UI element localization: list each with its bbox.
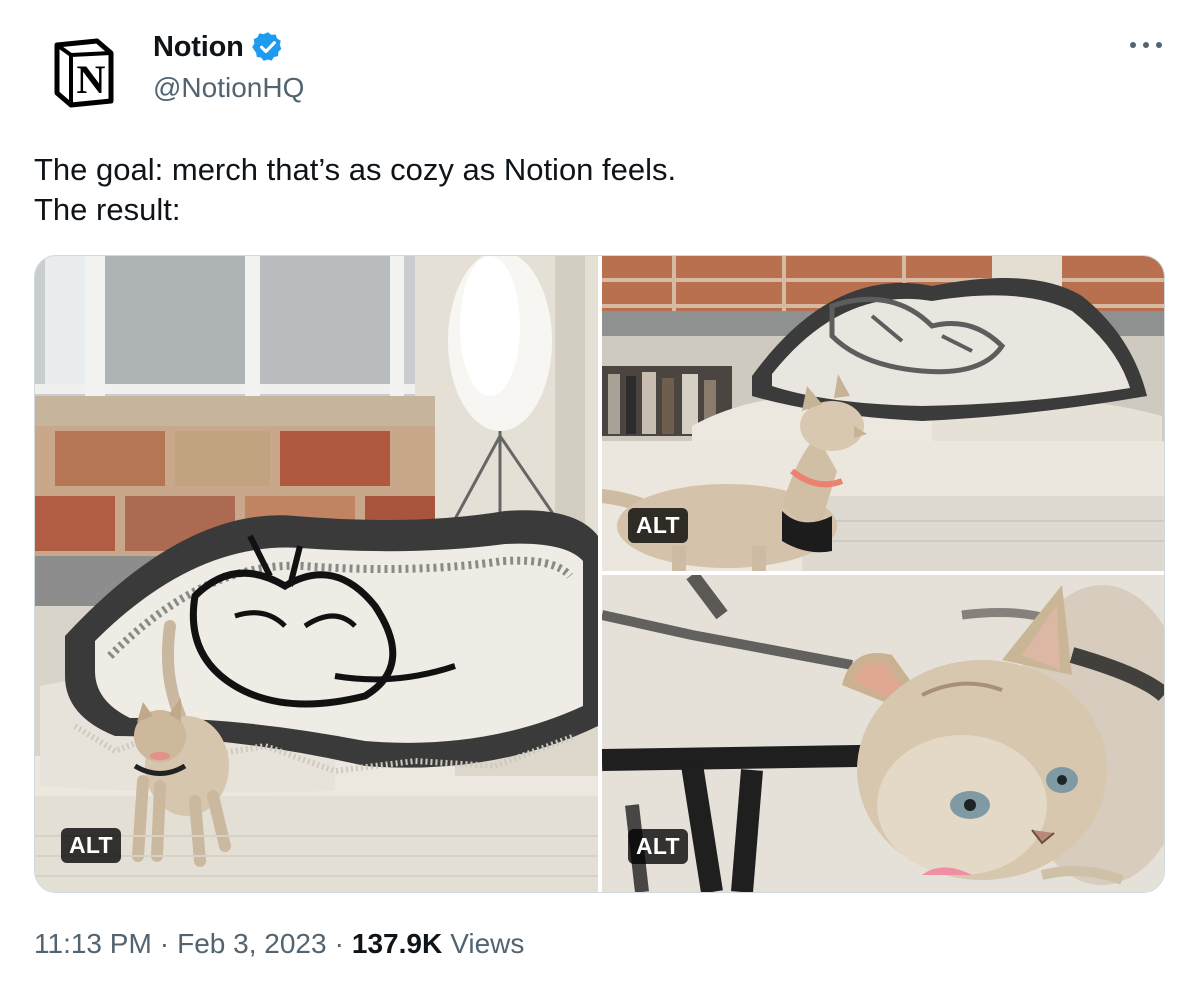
alt-badge-1[interactable]: ALT	[61, 828, 121, 863]
name-row: Notion	[153, 30, 285, 64]
photo-1[interactable]: ALT	[35, 256, 598, 892]
photo-1-image	[35, 256, 598, 892]
avatar[interactable]: N	[34, 22, 130, 118]
timestamp-time[interactable]: 11:13 PM	[34, 928, 152, 960]
alt-badge-3[interactable]: ALT	[628, 829, 688, 864]
timestamp-date[interactable]: Feb 3, 2023	[177, 928, 326, 960]
more-horizontal-icon	[1130, 42, 1162, 48]
verified-badge-icon[interactable]	[251, 30, 285, 64]
notion-logo-icon: N	[54, 38, 114, 108]
alt-badge-2[interactable]: ALT	[628, 508, 688, 543]
media-grid: ALT ALT ALT	[34, 255, 1165, 893]
tweet-text-line-1: The goal: merch that’s as cozy as Notion…	[34, 152, 677, 187]
tweet-text-line-2: The result:	[34, 192, 181, 227]
separator: ·	[334, 928, 344, 959]
more-options-button[interactable]	[1128, 30, 1164, 60]
photo-3[interactable]: ALT	[602, 575, 1164, 892]
display-name[interactable]: Notion	[153, 31, 244, 64]
views-label: Views	[450, 928, 525, 959]
separator: ·	[159, 928, 170, 959]
tweet: N Notion @NotionHQ The goal: merch that’…	[0, 0, 1196, 994]
views-count[interactable]: 137.9K	[352, 928, 442, 960]
avatar-letter: N	[77, 57, 106, 102]
tweet-meta: 11:13 PM · Feb 3, 2023 · 137.9K Views	[34, 928, 524, 960]
tweet-text: The goal: merch that’s as cozy as Notion…	[34, 150, 1154, 230]
handle[interactable]: @NotionHQ	[153, 72, 304, 104]
photo-2[interactable]: ALT	[602, 256, 1164, 571]
